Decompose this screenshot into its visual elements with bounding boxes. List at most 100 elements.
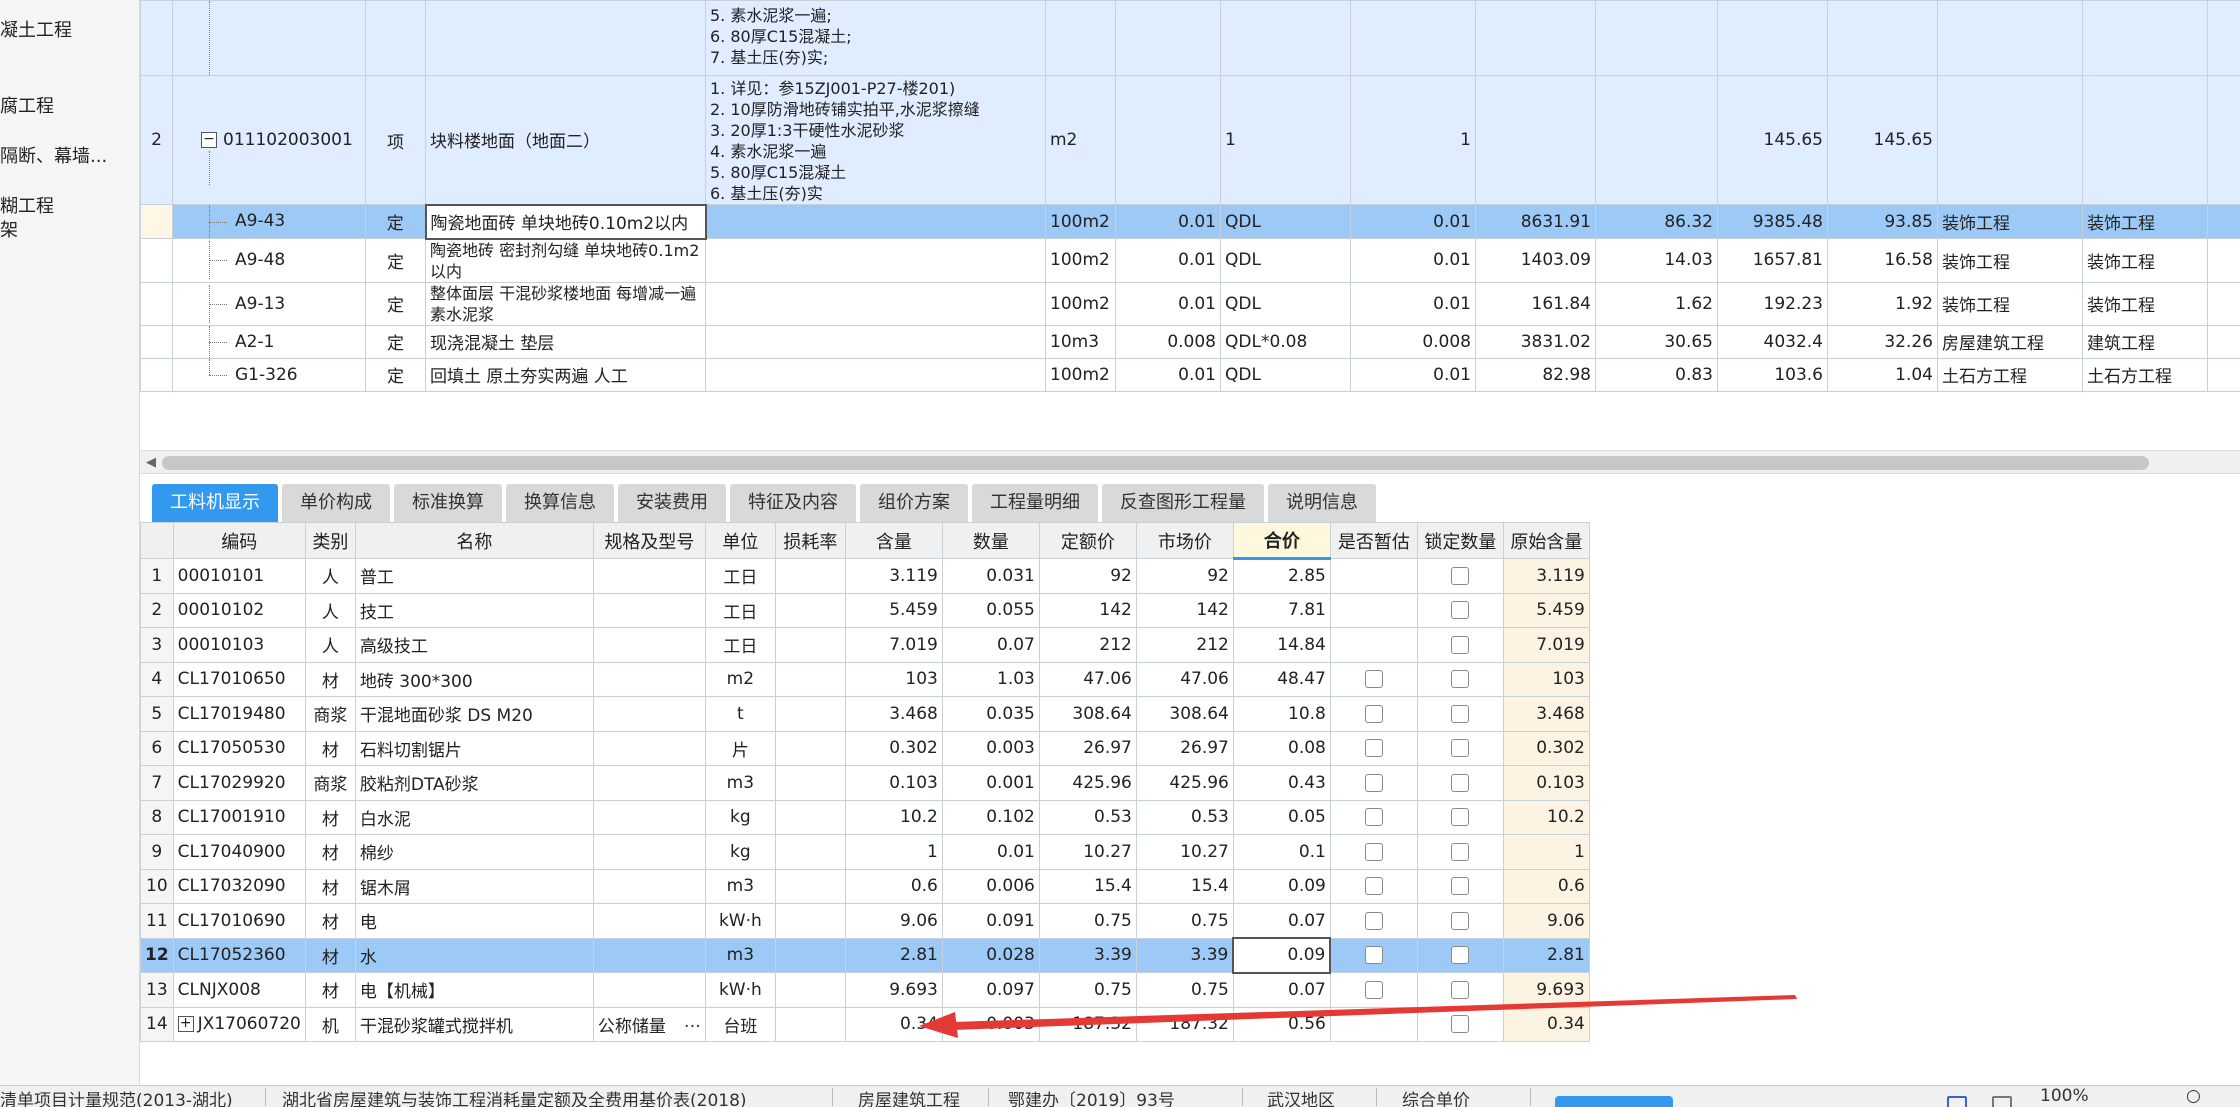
quota-ratio[interactable]: 0.01 [1115, 357, 1221, 392]
total-price[interactable]: 48.47 [1232, 661, 1331, 697]
table-row[interactable]: 11 CL17010690 材电 kW·h 9.06 0.091 0.75 0.75 0.07 9… [140, 903, 1590, 939]
status-policy-doc[interactable]: 鄂建办〔2019〕93号 [1008, 1086, 1175, 1107]
tab-conversion-info[interactable]: 换算信息 [506, 484, 614, 522]
provisional-checkbox[interactable] [1364, 704, 1383, 723]
quantity[interactable]: 0.01 [941, 834, 1040, 870]
market-price[interactable]: 187.32 [1135, 1006, 1234, 1042]
lock-quantity-checkbox[interactable] [1451, 704, 1470, 723]
quota-price[interactable]: 0.53 [1038, 799, 1137, 835]
lock-quantity-checkbox[interactable] [1451, 946, 1470, 965]
loss-rate[interactable] [774, 661, 846, 697]
loss-rate[interactable] [774, 799, 846, 835]
quota-name[interactable]: 陶瓷地砖 密封剂勾缝 单块地砖0.1m2以内 [425, 238, 706, 283]
provisional-checkbox[interactable] [1364, 911, 1383, 930]
content-amount[interactable]: 0.302 [844, 730, 943, 766]
layout-grid-icon[interactable] [1947, 1096, 1967, 1107]
loss-rate[interactable] [774, 730, 846, 766]
material-spec[interactable] [592, 903, 706, 939]
quantity-expression[interactable]: QDL*0.08 [1220, 324, 1351, 359]
market-price[interactable]: 0.75 [1135, 972, 1234, 1008]
market-price[interactable]: 425.96 [1135, 765, 1234, 801]
status-quota-library[interactable]: 湖北省房屋建筑与装饰工程消耗量定额及全费用基价表(2018) [282, 1086, 747, 1107]
material-spec[interactable] [592, 868, 706, 904]
status-project-type[interactable]: 房屋建筑工程 [858, 1086, 960, 1107]
provisional-checkbox[interactable] [1364, 842, 1383, 861]
material-spec[interactable] [592, 937, 706, 973]
material-code[interactable]: 00010102 [172, 592, 306, 628]
market-price[interactable]: 212 [1135, 627, 1234, 663]
header-original-content[interactable]: 原始含量 [1502, 522, 1590, 559]
material-name[interactable]: 电【机械】 [354, 972, 594, 1008]
more-options-icon[interactable]: … [684, 1012, 701, 1032]
quantity-expression[interactable]: QDL [1220, 204, 1351, 239]
table-row[interactable]: 13 CLNJX008 材电【机械】 kW·h 9.693 0.097 0.75 0.75 0.… [140, 972, 1590, 1008]
lock-quantity-checkbox[interactable] [1451, 980, 1470, 999]
lock-quantity-checkbox[interactable] [1451, 877, 1470, 896]
tab-features-content[interactable]: 特征及内容 [730, 484, 856, 522]
quantity-expression[interactable]: QDL [1220, 357, 1351, 392]
content-amount[interactable]: 1 [844, 834, 943, 870]
material-name[interactable]: 石料切割锯片 [354, 730, 594, 766]
market-price[interactable]: 308.64 [1135, 696, 1234, 732]
material-name[interactable]: 干混砂浆罐式搅拌机 [354, 1006, 594, 1042]
material-code[interactable]: CL17032090 [172, 868, 306, 904]
material-spec[interactable] [592, 799, 706, 835]
quota-price[interactable]: 142 [1038, 592, 1137, 628]
header-lock-quantity[interactable]: 锁定数量 [1416, 522, 1504, 559]
content-amount[interactable]: 0.103 [844, 765, 943, 801]
material-unit[interactable]: m3 [704, 765, 776, 801]
material-code[interactable]: CL17010690 [172, 903, 306, 939]
provisional-checkbox[interactable] [1364, 808, 1383, 827]
quantity-expression[interactable]: 1 [1220, 75, 1351, 205]
content-amount[interactable]: 3.119 [844, 558, 943, 594]
quota-price[interactable]: 187.32 [1038, 1006, 1137, 1042]
material-name[interactable]: 地砖 300*300 [354, 661, 594, 697]
quota-price[interactable]: 0.75 [1038, 972, 1137, 1008]
total-price[interactable]: 0.05 [1232, 799, 1331, 835]
quota-row[interactable]: A2-1 定 现浇混凝土 垫层 10m3 0.008 QDL*0.08 0.00… [140, 324, 2240, 359]
sidebar-item[interactable]: 架 [0, 216, 18, 242]
scrollbar-thumb[interactable] [162, 456, 2149, 470]
quota-ratio[interactable]: 0.008 [1115, 324, 1221, 359]
material-spec[interactable] [592, 765, 706, 801]
status-region[interactable]: 武汉地区 [1267, 1086, 1335, 1107]
quantity[interactable]: 0.028 [941, 937, 1040, 973]
total-price[interactable]: 0.09 [1232, 937, 1332, 974]
status-bill-standard[interactable]: 清单项目计量规范(2013-湖北) [0, 1086, 233, 1107]
quantity[interactable]: 1 [1350, 75, 1476, 205]
header-unit[interactable]: 单位 [704, 522, 776, 559]
quantity[interactable]: 0.035 [941, 696, 1040, 732]
lock-quantity-checkbox[interactable] [1451, 739, 1470, 758]
lock-quantity-checkbox[interactable] [1451, 566, 1470, 585]
material-name[interactable]: 白水泥 [354, 799, 594, 835]
header-quantity[interactable]: 数量 [941, 522, 1040, 559]
quota-ratio[interactable]: 0.01 [1115, 204, 1221, 239]
material-unit[interactable]: t [704, 696, 776, 732]
quota-price[interactable]: 212 [1038, 627, 1137, 663]
tab-quantity-details[interactable]: 工程量明细 [972, 484, 1098, 522]
lock-quantity-checkbox[interactable] [1451, 842, 1470, 861]
material-unit[interactable]: m3 [704, 937, 776, 973]
content-amount[interactable]: 0.34 [844, 1006, 943, 1042]
content-amount[interactable]: 103 [844, 661, 943, 697]
header-category[interactable]: 类别 [304, 522, 356, 559]
material-name[interactable]: 高级技工 [354, 627, 594, 663]
sidebar-item[interactable]: 凝土工程 [0, 16, 72, 42]
table-row[interactable]: 7 CL17029920 商浆 胶粘剂DTA砂浆 m3 0.103 0.001 425.96 4… [140, 765, 1590, 801]
market-price[interactable]: 10.27 [1135, 834, 1234, 870]
material-code[interactable]: CL17052360 [172, 937, 306, 973]
layout-columns-icon[interactable] [1992, 1096, 2012, 1107]
material-code[interactable]: CL17019480 [172, 696, 306, 732]
material-unit[interactable]: kW·h [704, 903, 776, 939]
loss-rate[interactable] [774, 592, 846, 628]
table-row[interactable]: 6 CL17050530 材石料切割锯片片 0.302 0.003 26.97 26.97 0… [140, 730, 1590, 766]
material-spec[interactable] [592, 558, 706, 594]
loss-rate[interactable] [774, 558, 846, 594]
table-row[interactable]: 8 CL17001910 材白水泥 kg 10.2 0.102 0.53 0.53 0.05 10… [140, 799, 1590, 835]
quota-price[interactable]: 425.96 [1038, 765, 1137, 801]
material-unit[interactable]: 片 [704, 730, 776, 766]
material-name[interactable]: 锯木屑 [354, 868, 594, 904]
tab-installation-fees[interactable]: 安装费用 [618, 484, 726, 522]
quantity[interactable]: 1.03 [941, 661, 1040, 697]
material-code[interactable]: CL17001910 [172, 799, 306, 835]
